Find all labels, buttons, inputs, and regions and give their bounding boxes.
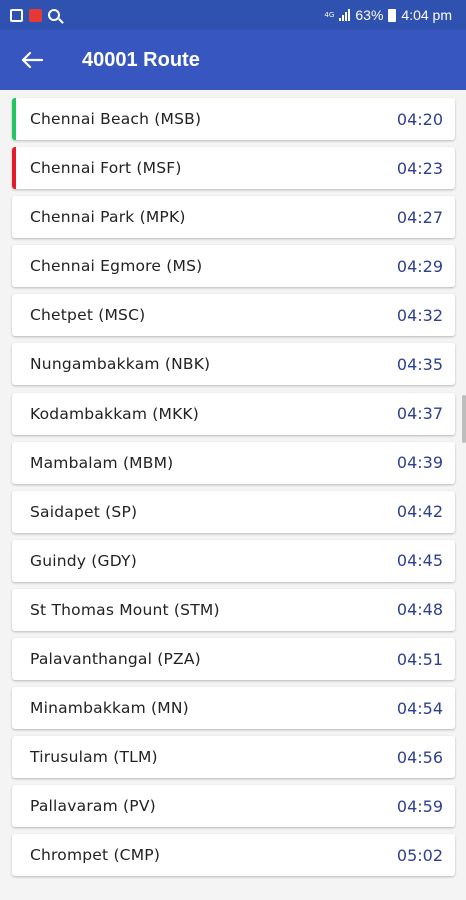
station-time: 04:29 [396,256,443,276]
station-time: 04:42 [396,502,443,522]
gallery-notification-icon [10,8,23,22]
search-notification-icon [48,9,60,21]
station-name: Chennai Egmore (MS) [30,257,203,276]
station-name: Pallavaram (PV) [30,797,156,816]
station-time: 04:27 [396,207,443,227]
station-time: 04:59 [396,796,443,816]
scrollbar[interactable] [462,395,466,443]
station-row[interactable]: Chrompet (CMP) 05:02 [12,834,455,877]
status-bar: 4G 63% 4:04 pm [0,0,466,30]
station-row[interactable]: Chennai Egmore (MS) 04:29 [12,245,455,288]
station-name: Minambakkam (MN) [30,699,189,718]
station-name: Kodambakkam (MKK) [30,404,200,423]
station-row[interactable]: Pallavaram (PV) 04:59 [12,785,455,828]
station-row[interactable]: Mambalam (MBM) 04:39 [12,441,455,484]
station-name: St Thomas Mount (STM) [30,600,220,619]
arrow-back-icon [21,51,43,69]
station-time: 04:51 [396,649,443,669]
station-row[interactable]: Minambakkam (MN) 04:54 [12,687,455,730]
station-name: Nungambakkam (NBK) [30,355,211,374]
station-status-indicator [12,98,16,140]
station-time: 04:37 [396,404,443,424]
app-bar: 40001 Route [0,30,466,90]
station-name: Chrompet (CMP) [30,846,161,865]
station-row[interactable]: Palavanthangal (PZA) 04:51 [12,638,455,681]
system-icons: 4G 63% 4:04 pm [324,7,452,23]
station-time: 04:20 [396,109,443,129]
station-name: Saidapet (SP) [30,502,138,521]
station-name: Chennai Fort (MSF) [30,159,182,178]
station-time: 04:35 [396,354,443,374]
station-row[interactable]: Guindy (GDY) 04:45 [12,539,455,582]
station-name: Chetpet (MSC) [30,306,146,325]
station-row[interactable]: Chennai Beach (MSB) 04:20 [12,98,455,140]
station-name: Palavanthangal (PZA) [30,650,201,669]
clock: 4:04 pm [401,7,452,23]
station-row[interactable]: Chennai Fort (MSF) 04:23 [12,147,455,190]
station-time: 05:02 [396,845,443,865]
station-row[interactable]: Tirusulam (TLM) 04:56 [12,736,455,779]
app-notification-icon [29,8,42,22]
station-name: Guindy (GDY) [30,551,137,570]
network-type: 4G [324,10,335,19]
station-row[interactable]: St Thomas Mount (STM) 04:48 [12,588,455,631]
battery-percent: 63% [355,7,384,23]
station-name: Chennai Park (MPK) [30,208,186,227]
station-row[interactable]: Saidapet (SP) 04:42 [12,490,455,533]
station-row[interactable]: Chetpet (MSC) 04:32 [12,294,455,337]
station-time: 04:56 [396,747,443,767]
station-row[interactable]: Chennai Park (MPK) 04:27 [12,196,455,239]
notification-icons [10,8,60,22]
station-time: 04:39 [396,453,443,473]
station-time: 04:54 [396,698,443,718]
station-name: Chennai Beach (MSB) [30,110,202,128]
station-list: Chennai Beach (MSB) 04:20 Chennai Fort (MS… [12,98,455,884]
station-name: Tirusulam (TLM) [30,748,158,767]
battery-icon [388,8,397,22]
station-time: 04:48 [396,600,443,620]
signal-icon [339,9,351,21]
back-button[interactable] [0,30,64,90]
station-name: Mambalam (MBM) [30,453,174,472]
page-title: 40001 Route [82,48,200,71]
station-row[interactable]: Nungambakkam (NBK) 04:35 [12,343,455,386]
station-time: 04:45 [396,551,443,571]
station-time: 04:32 [396,305,443,325]
station-status-indicator [12,147,16,190]
station-time: 04:23 [396,158,443,178]
station-row[interactable]: Kodambakkam (MKK) 04:37 [12,392,455,435]
